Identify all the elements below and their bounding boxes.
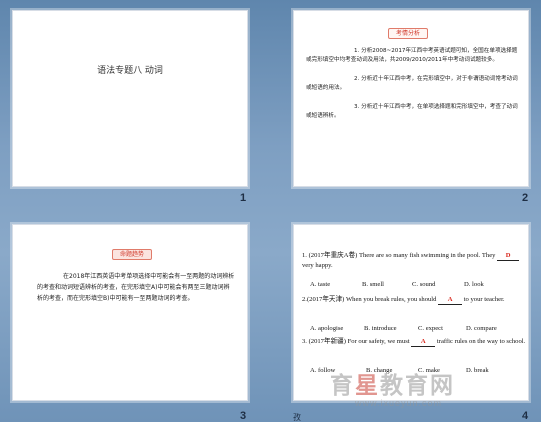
analysis-paragraph: 2. 分析近十年江西中考，在完形填空中，对于非谓语动词常考动词或短语的用法。 xyxy=(306,76,518,92)
section-tag: 考情分析 xyxy=(388,28,428,39)
stray-character: 孜 xyxy=(293,413,301,422)
slide-thumbnail-1[interactable]: 语法专题八 动词 xyxy=(12,10,248,187)
watermark-char: 教育网 xyxy=(380,373,455,399)
watermark-char: 星 xyxy=(355,373,380,399)
question-text: 2.(2017年天津) When you break rules, you sh… xyxy=(302,296,439,303)
option: D. compare xyxy=(466,325,497,332)
option: C. sound xyxy=(412,281,436,288)
question-1: 1. (2017年重庆A卷) There are so many fish sw… xyxy=(302,251,528,270)
analysis-paragraph: 3. 分析近十年江西中考，在单项选择题和完形填空中，考查了动词或短语辨析。 xyxy=(306,104,518,120)
option: D. break xyxy=(466,367,489,374)
slide-number: 3 xyxy=(240,410,247,422)
question-2: 2.(2017年天津) When you break rules, you sh… xyxy=(302,295,528,305)
watermark-char: 育 xyxy=(330,373,355,399)
slide-number: 1 xyxy=(240,192,247,204)
option: C. expect xyxy=(418,325,443,332)
answer-blank: A xyxy=(411,337,436,347)
question-3: 3. (2017年新疆) For our safety, we must A t… xyxy=(302,337,528,347)
question-text: traffic rules on the way to school. xyxy=(435,338,526,345)
slide-number: 2 xyxy=(522,192,529,204)
question-text: to your teacher. xyxy=(462,296,505,303)
slide-title: 语法专题八 动词 xyxy=(97,66,163,76)
analysis-paragraph: 1. 分析2008~2017年江西中考英语试题可知，全国在单项选择题或完形填空中… xyxy=(306,48,518,64)
option: B. introduce xyxy=(364,325,397,332)
question-text: 1. (2017年重庆A卷) There are so many fish sw… xyxy=(302,252,498,259)
slide-thumbnail-3[interactable]: 命题趋势 在2018年江西英语中考单项选择中可能会有一至两题的动词辨析的考查和动… xyxy=(12,224,248,401)
slide-number: 4 xyxy=(522,410,529,422)
watermark-logo: 育星教育网 xyxy=(330,366,455,400)
slide-thumbnail-2[interactable]: 考情分析 1. 分析2008~2017年江西中考英语试题可知，全国在单项选择题或… xyxy=(293,10,529,187)
trend-paragraph: 在2018年江西英语中考单项选择中可能会有一至两题的动词辨析的考查和动词短语辨析… xyxy=(37,273,235,303)
option: A. taste xyxy=(310,281,331,288)
answer-blank: A xyxy=(438,295,463,305)
watermark-url: www.ixueyun.com xyxy=(355,398,443,408)
section-tag: 命题趋势 xyxy=(112,249,152,260)
option: B. smell xyxy=(362,281,384,288)
question-text: 3. (2017年新疆) For our safety, we must xyxy=(302,338,412,345)
answer-blank: D xyxy=(497,251,520,261)
question-text: very happy. xyxy=(302,262,333,269)
option: A. apologise xyxy=(310,325,344,332)
option: D. look xyxy=(464,281,484,288)
